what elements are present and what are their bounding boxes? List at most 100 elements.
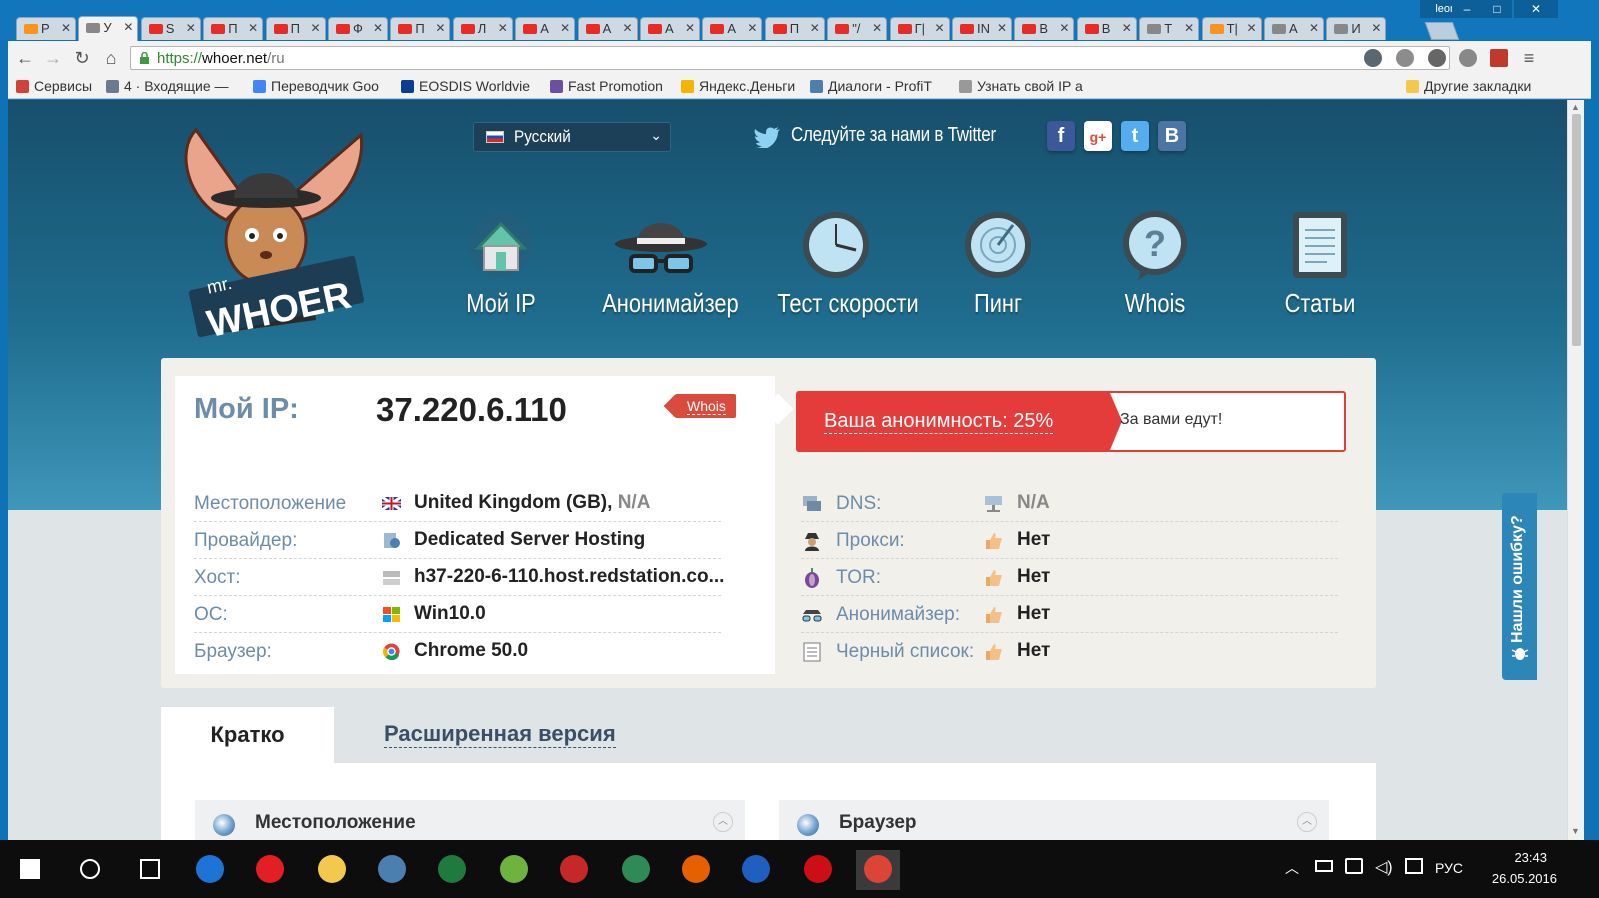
minimize-button[interactable]: – — [1452, 0, 1482, 18]
close-tab-icon[interactable]: ✕ — [186, 21, 196, 35]
close-tab-icon[interactable]: ✕ — [61, 21, 71, 35]
google-plus-icon[interactable]: g+ — [1084, 121, 1112, 151]
section-location[interactable]: Местоположение ︿ — [195, 800, 745, 840]
ip-address[interactable]: 37.220.6.110 — [376, 391, 567, 429]
browser-tab[interactable]: Ф ✕ — [328, 17, 388, 40]
ie-app-icon[interactable] — [734, 850, 778, 890]
chevron-up-icon[interactable]: ︿ — [713, 812, 733, 832]
close-tab-icon[interactable]: ✕ — [747, 21, 757, 35]
close-tab-icon[interactable]: ✕ — [123, 20, 133, 34]
browser-tab[interactable]: П ✕ — [764, 17, 825, 40]
browser-tab[interactable]: А ✕ — [640, 17, 700, 40]
browser-tab[interactable]: В ✕ — [1076, 17, 1137, 40]
bookmark-item[interactable]: Яндекс.Деньги — [681, 78, 795, 94]
bookmark-item[interactable]: Диалоги - ProfiT — [810, 78, 932, 94]
network-icon[interactable] — [1345, 858, 1363, 874]
browser-tab[interactable]: Г| ✕ — [889, 17, 950, 40]
nav-anonymizer[interactable]: Анонимайзер — [591, 210, 739, 330]
close-tab-icon[interactable]: ✕ — [1059, 21, 1069, 35]
notifications-icon[interactable] — [1405, 858, 1423, 874]
tray-chevron-icon[interactable]: ︿ — [1285, 858, 1299, 878]
nav-articles[interactable]: Статьи — [1270, 210, 1370, 330]
opera-icon[interactable] — [796, 850, 840, 890]
bookmark-item[interactable]: 4 · Входящие — — [106, 78, 229, 94]
close-tab-icon[interactable]: ✕ — [997, 21, 1007, 35]
browser-tab[interactable]: В ✕ — [1014, 17, 1075, 40]
globe-app-icon[interactable] — [614, 850, 658, 890]
bookmark-item[interactable]: EOSDIS Worldvie — [401, 78, 530, 94]
section-browser[interactable]: Браузер ︿ — [779, 800, 1329, 840]
scroll-up-icon[interactable]: ▲ — [1571, 102, 1580, 112]
nav-my-ip[interactable]: Мой IP — [451, 210, 551, 330]
browser-tab[interactable]: А ✕ — [577, 17, 638, 40]
whois-tag-button[interactable]: Whois — [675, 394, 736, 418]
tab-short[interactable]: Кратко — [161, 707, 334, 763]
close-tab-icon[interactable]: ✕ — [623, 21, 633, 35]
facebook-icon[interactable]: f — [1047, 121, 1075, 151]
search-icon[interactable] — [68, 850, 112, 890]
browser-tab[interactable]: П ✕ — [203, 17, 264, 40]
tab-extended[interactable]: Расширенная версия — [384, 721, 616, 748]
vk-icon[interactable]: B — [1158, 121, 1186, 151]
forward-button[interactable]: → — [42, 49, 64, 67]
chevron-up-icon[interactable]: ︿ — [1297, 812, 1317, 832]
close-tab-icon[interactable]: ✕ — [1122, 21, 1132, 35]
browser-tab[interactable]: А ✕ — [702, 17, 763, 40]
browser-tab[interactable]: П ✕ — [390, 17, 451, 40]
extension-globe-icon[interactable] — [1396, 49, 1414, 67]
explorer-icon[interactable] — [310, 850, 354, 890]
reload-button[interactable]: ↻ — [71, 49, 93, 67]
browser-tab[interactable]: T| ✕ — [1201, 17, 1262, 40]
nav-whois[interactable]: ? Whois — [1105, 210, 1205, 330]
battery-icon[interactable] — [1315, 860, 1333, 872]
browser-tab[interactable]: А ✕ — [1264, 17, 1324, 40]
twitter-icon[interactable]: t — [1121, 121, 1149, 151]
browser-tab[interactable]: T ✕ — [1139, 17, 1200, 40]
task-view-icon[interactable] — [128, 850, 172, 890]
other-bookmarks[interactable]: Другие закладки — [1406, 78, 1531, 94]
extension-icon[interactable] — [1364, 49, 1382, 67]
browser-tab[interactable]: П ✕ — [265, 17, 326, 40]
back-button[interactable]: ← — [14, 49, 36, 67]
clock-time[interactable]: 23:43 — [1514, 850, 1547, 865]
scroll-thumb[interactable] — [1572, 114, 1581, 346]
browser-tab[interactable]: У ✕ — [78, 16, 139, 41]
browser-tab[interactable]: Л ✕ — [452, 17, 513, 40]
close-tab-icon[interactable]: ✕ — [435, 21, 445, 35]
address-bar[interactable]: https://whoer.net/ru ★ — [130, 46, 1450, 70]
menu-icon[interactable]: ≡ — [1518, 49, 1540, 67]
new-tab-button[interactable] — [1424, 22, 1460, 40]
language-select[interactable]: Русский ⌄ — [473, 122, 671, 152]
close-tab-icon[interactable]: ✕ — [872, 21, 882, 35]
bookmark-item[interactable]: Fast Promotion — [550, 78, 663, 94]
r-app-icon[interactable] — [248, 850, 292, 890]
close-tab-icon[interactable]: ✕ — [685, 21, 695, 35]
browser-tab[interactable]: А ✕ — [515, 17, 576, 40]
feedback-tab[interactable]: Нашли ошибку? — [1502, 493, 1537, 680]
input-language[interactable]: РУС — [1435, 860, 1463, 876]
browser-tab[interactable]: И ✕ — [1326, 17, 1387, 40]
extension-bulb-icon[interactable] — [1428, 49, 1446, 67]
edge-icon[interactable] — [188, 850, 232, 890]
anonymity-label[interactable]: Ваша анонимность: 25% — [824, 410, 1054, 434]
clock-date[interactable]: 26.05.2016 — [1492, 871, 1557, 886]
bookmark-item[interactable]: Сервисы — [16, 78, 92, 94]
browser-tab[interactable]: IN ✕ — [952, 17, 1012, 40]
close-tab-icon[interactable]: ✕ — [1247, 21, 1257, 35]
extension-puzzle-icon[interactable] — [1459, 49, 1477, 67]
close-tab-icon[interactable]: ✕ — [1309, 21, 1319, 35]
close-tab-icon[interactable]: ✕ — [1371, 21, 1381, 35]
download-icon[interactable] — [552, 850, 596, 890]
excel-icon[interactable] — [430, 850, 474, 890]
close-tab-icon[interactable]: ✕ — [560, 21, 570, 35]
home-icon[interactable]: ⌂ — [100, 49, 122, 67]
maximize-button[interactable]: □ — [1482, 0, 1512, 18]
close-tab-icon[interactable]: ✕ — [1184, 21, 1194, 35]
close-tab-icon[interactable]: ✕ — [498, 21, 508, 35]
close-tab-icon[interactable]: ✕ — [810, 21, 820, 35]
windows-start-icon[interactable] — [8, 850, 52, 890]
close-tab-icon[interactable]: ✕ — [373, 21, 383, 35]
nav-speed-test[interactable]: Тест скорости — [766, 210, 919, 330]
utorrent-icon[interactable] — [492, 850, 536, 890]
firefox-icon[interactable] — [674, 850, 718, 890]
